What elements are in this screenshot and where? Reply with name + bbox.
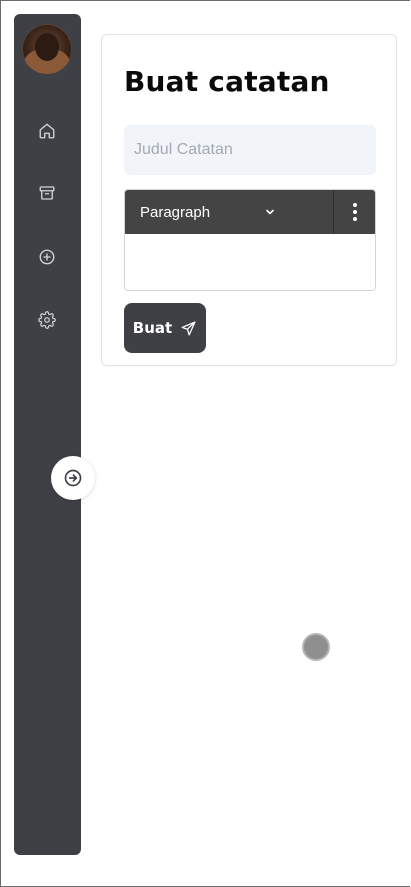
toolbar-more-button[interactable] [334, 190, 375, 234]
more-vertical-icon [352, 203, 357, 221]
rich-text-editor: Paragraph [124, 189, 376, 291]
sidebar-item-home[interactable] [34, 118, 60, 144]
sidebar [14, 14, 81, 855]
create-note-button-label: Buat [132, 319, 173, 337]
editor-toolbar: Paragraph [125, 190, 375, 234]
page-title: Buat catatan [124, 65, 330, 98]
gear-icon [38, 311, 56, 329]
avatar[interactable] [22, 24, 72, 74]
sidebar-item-archive[interactable] [34, 180, 60, 206]
create-note-button[interactable]: Buat [124, 303, 206, 353]
sidebar-expand-button[interactable] [51, 456, 95, 500]
home-icon [39, 123, 55, 139]
arrow-right-circle-icon [64, 469, 82, 487]
touch-cursor-indicator [302, 633, 330, 661]
avatar-face-shape [35, 33, 59, 61]
create-note-card: Buat catatan Paragraph Buat [101, 34, 397, 366]
sidebar-item-add[interactable] [34, 244, 60, 270]
plus-circle-icon [39, 249, 55, 265]
block-type-label: Paragraph [140, 203, 211, 221]
note-title-input[interactable] [124, 125, 376, 175]
send-icon [181, 320, 196, 336]
archive-icon [39, 186, 55, 200]
editor-content-area[interactable] [125, 234, 375, 290]
sidebar-item-settings[interactable] [34, 307, 60, 333]
block-type-select[interactable]: Paragraph [125, 190, 333, 234]
chevron-down-icon [266, 209, 274, 215]
